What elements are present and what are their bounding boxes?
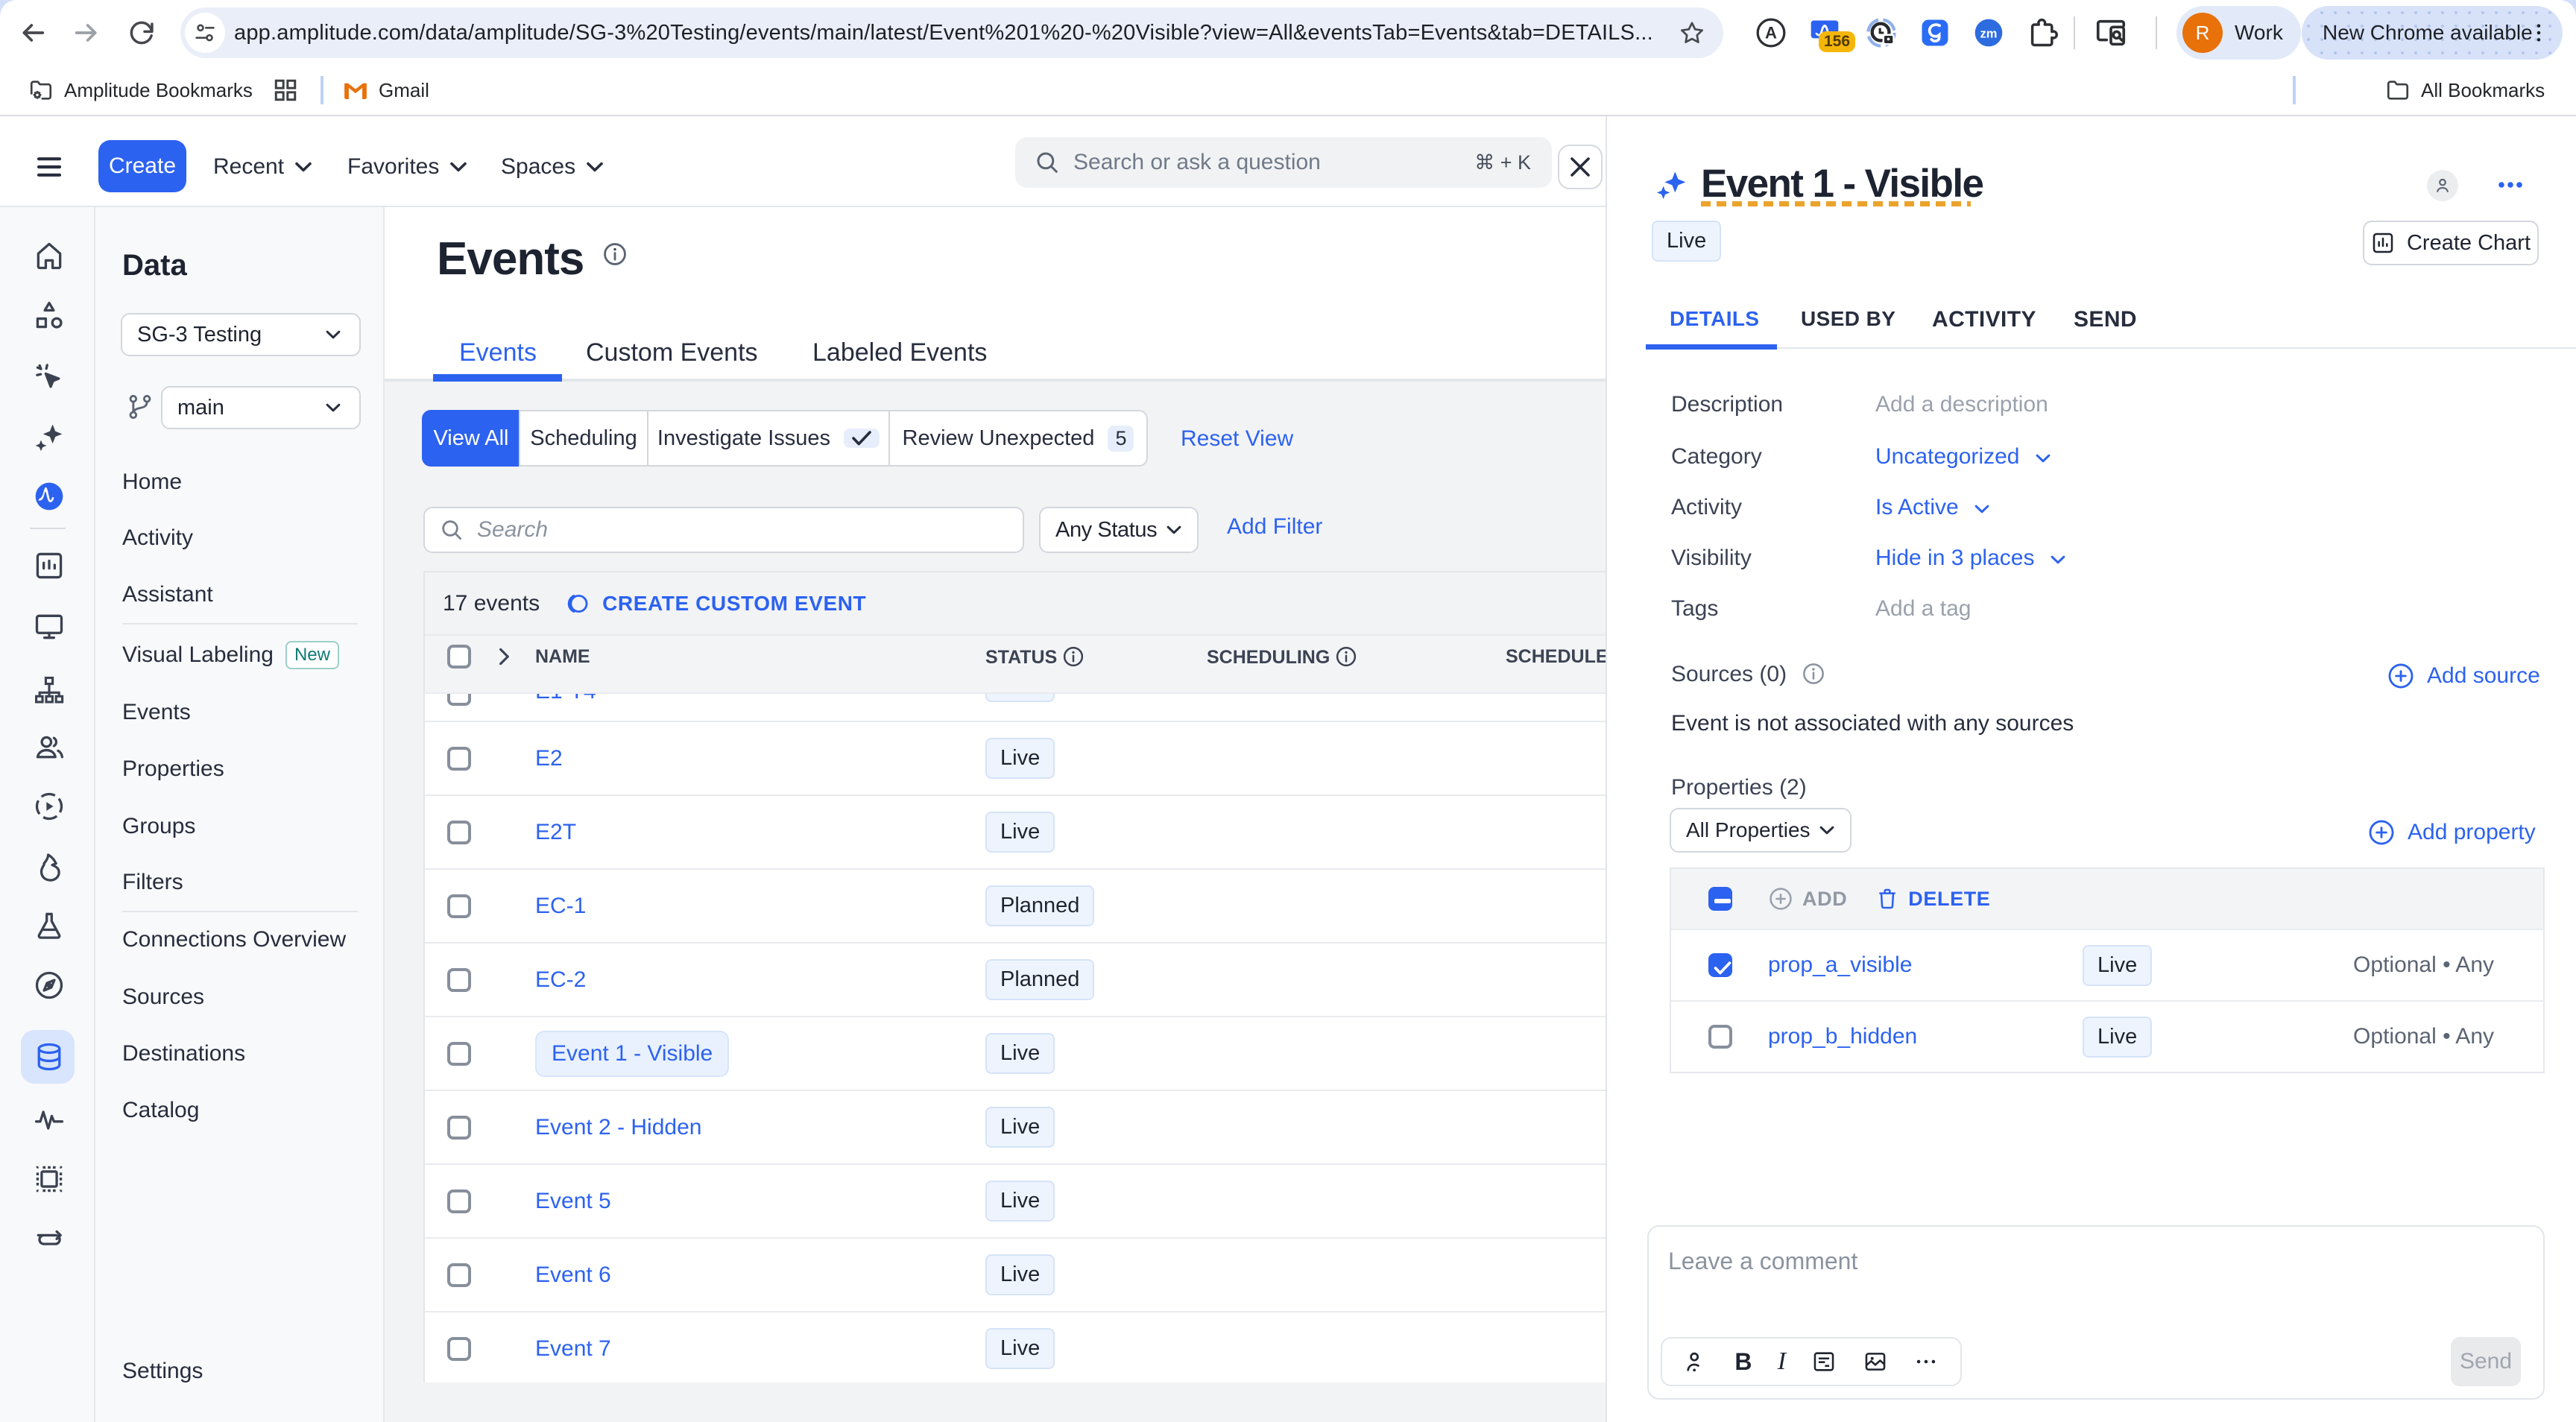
svg-text:zm: zm <box>1980 27 1998 40</box>
svg-text:A: A <box>1765 24 1777 42</box>
